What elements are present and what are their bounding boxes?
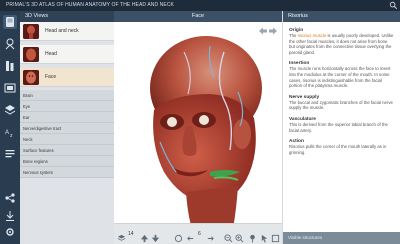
- svg-text:z: z: [10, 133, 13, 139]
- visible-structures-button[interactable]: Visible structures: [283, 232, 400, 244]
- section-text-action: Risorius pulls the corner of the mouth l…: [289, 144, 387, 155]
- info-panel-content: Origin The risorius muscle is usually po…: [283, 22, 400, 155]
- view-item-label: Head and neck: [45, 28, 79, 34]
- info-panel: Risorius Origin The risorius muscle is u…: [282, 11, 400, 244]
- search-icon[interactable]: [389, 1, 398, 10]
- sort-icon[interactable]: Az: [3, 125, 17, 139]
- views-icon[interactable]: [3, 15, 17, 29]
- view-item-face[interactable]: Face: [20, 68, 114, 87]
- structures-icon[interactable]: [3, 59, 17, 73]
- main-view-title: Face: [114, 11, 282, 22]
- rotate-icon[interactable]: [174, 230, 183, 243]
- layer-up-icon[interactable]: [140, 230, 149, 243]
- section-text-nerve-supply: The buccal and zygomatic branches of the…: [289, 99, 393, 111]
- select-tool-icon[interactable]: [260, 230, 269, 243]
- layer-item-brain[interactable]: Brain: [20, 90, 114, 101]
- text-icon[interactable]: [3, 147, 17, 161]
- slides-icon[interactable]: [3, 81, 17, 95]
- app-title-bar: PRIMAL'S 3D ATLAS OF HUMAN ANATOMY OF TH…: [0, 0, 400, 11]
- layer-list: Brain Eye Ear Nerve/digestive tract Neck…: [20, 90, 114, 178]
- zoom-value: 6: [198, 231, 201, 237]
- origin-text-start: The: [289, 33, 298, 38]
- layer-count: 14: [128, 231, 134, 237]
- zoom-out-icon[interactable]: [224, 230, 233, 243]
- view-item-head[interactable]: Head: [20, 45, 114, 64]
- svg-text:A: A: [5, 130, 9, 136]
- view-item-label: Head: [45, 51, 57, 57]
- views-panel-header: 3D Views: [20, 11, 114, 22]
- share-icon[interactable]: [3, 191, 17, 205]
- risorius-muscle-link[interactable]: risorius muscle: [298, 33, 327, 38]
- layer-down-icon[interactable]: [151, 230, 160, 243]
- head-and-neck-thumbnail: [23, 24, 39, 39]
- 3d-model-viewport[interactable]: [114, 22, 282, 234]
- section-text-origin: The risorius muscle is usually poorly de…: [289, 33, 394, 55]
- layers-stack-icon[interactable]: [117, 230, 126, 241]
- layer-item-neck[interactable]: Neck: [20, 134, 114, 145]
- face-thumbnail: [23, 70, 39, 85]
- section-text-insertion: The muscle runs horizontally across the …: [289, 66, 391, 89]
- layer-item-surface-features[interactable]: Surface features: [20, 145, 114, 156]
- section-text-vasculature: This is derived from the superior labial…: [289, 121, 388, 133]
- layer-item-nervous-system[interactable]: Nervous system: [20, 167, 114, 178]
- head-thumbnail: [23, 47, 39, 62]
- view-item-label: Face: [45, 74, 57, 80]
- layer-item-ear[interactable]: Ear: [20, 112, 114, 123]
- layer-item-nerve-digestive[interactable]: Nerve/digestive tract: [20, 123, 114, 134]
- viewport-toolbar: 14 6: [114, 223, 282, 244]
- main-view: Face 14 6: [114, 11, 282, 244]
- face-model-image: [150, 36, 262, 234]
- zoom-in-icon[interactable]: [235, 230, 244, 243]
- rotate-right-icon[interactable]: [206, 230, 215, 241]
- views-panel: 3D Views Head and neck Head Face Brain E…: [20, 11, 114, 244]
- layer-item-bone-regions[interactable]: Bone regions: [20, 156, 114, 167]
- settings-icon[interactable]: [3, 225, 17, 239]
- layers-icon[interactable]: [3, 103, 17, 117]
- left-icon-rail: Az: [0, 11, 20, 244]
- pin-icon[interactable]: [248, 230, 257, 243]
- reset-view-icon[interactable]: [271, 230, 280, 243]
- app-title: PRIMAL'S 3D ATLAS OF HUMAN ANATOMY OF TH…: [6, 2, 174, 8]
- view-item-head-and-neck[interactable]: Head and neck: [20, 22, 114, 41]
- info-panel-title: Risorius: [283, 11, 400, 22]
- rotate-left-icon[interactable]: [186, 230, 195, 241]
- dissection-icon[interactable]: [3, 37, 17, 51]
- layer-item-eye[interactable]: Eye: [20, 101, 114, 112]
- download-icon[interactable]: [3, 209, 17, 223]
